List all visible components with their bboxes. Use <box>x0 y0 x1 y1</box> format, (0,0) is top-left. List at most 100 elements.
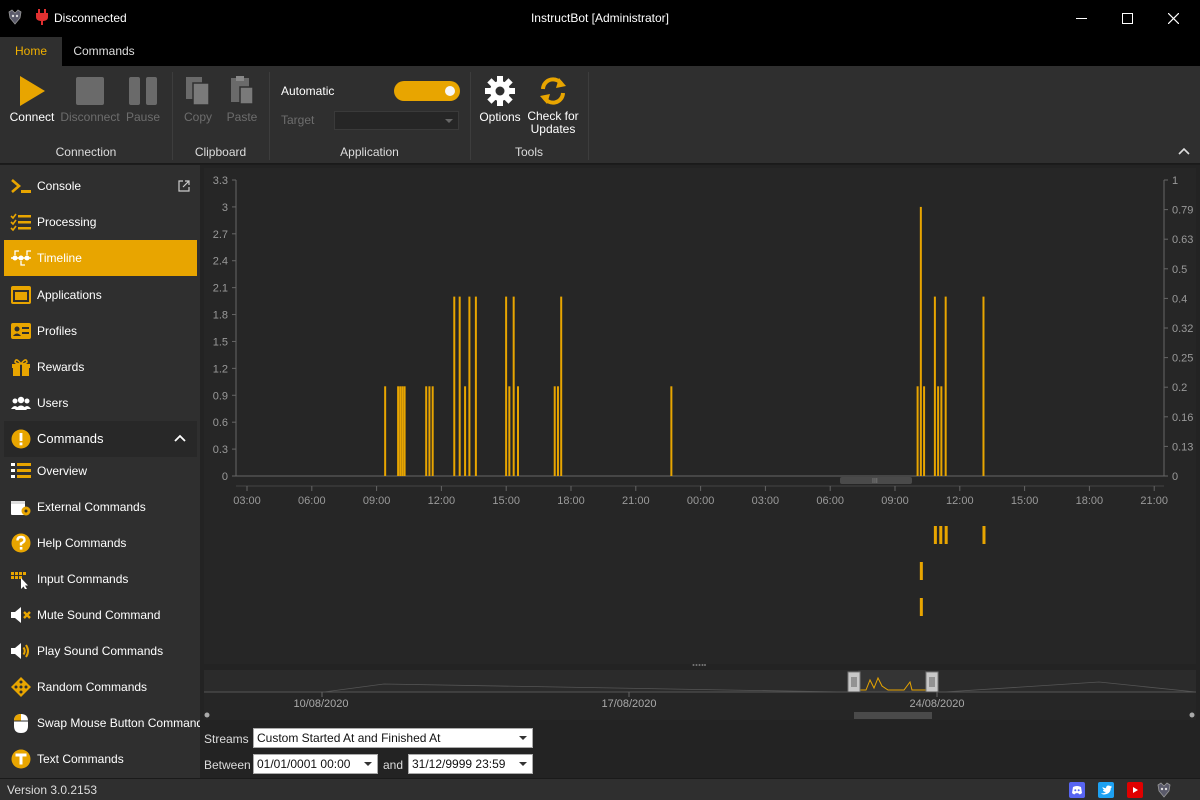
x-tick-label: 21:00 <box>1140 495 1168 507</box>
timeline-bar[interactable] <box>453 296 456 476</box>
timeline-chart[interactable]: 0 0.3 0.6 0.9 1.2 1.5 1.8 2.1 2.4 2.7 3 3.3 0 0.13 0.1… <box>204 168 1196 664</box>
x-tick-label: 18:00 <box>557 495 585 507</box>
connect-button[interactable]: Connect <box>6 75 58 124</box>
check-updates-button[interactable]: Check for Updates <box>524 75 582 136</box>
title-bar: Disconnected InstructBot [Administrator] <box>0 0 1200 37</box>
timeline-bar[interactable] <box>923 386 926 476</box>
profile-card-icon <box>11 323 31 339</box>
sidebar-item-rewards[interactable]: Rewards <box>4 349 197 385</box>
timeline-bar[interactable] <box>512 296 515 476</box>
sidebar-item-applications[interactable]: Applications <box>4 277 197 313</box>
timeline-bar[interactable] <box>508 386 511 476</box>
automatic-toggle[interactable] <box>394 81 460 101</box>
sidebar-item-console[interactable]: Console <box>4 168 197 204</box>
tab-home[interactable]: Home <box>0 37 62 66</box>
to-date-picker[interactable]: 31/12/9999 23:59 <box>408 754 533 774</box>
filter-controls: Streams Custom Started At and Finished A… <box>200 720 1200 778</box>
minimize-button[interactable] <box>1058 0 1104 37</box>
range-navigator[interactable]: 10/08/2020 17/08/2020 24/08/2020 <box>204 670 1197 720</box>
timeline-bar[interactable] <box>474 296 477 476</box>
timeline-panel: 0 0.3 0.6 0.9 1.2 1.5 1.8 2.1 2.4 2.7 3 3.3 0 0.13 0.1… <box>200 165 1200 778</box>
sidebar-item-users[interactable]: Users <box>4 385 197 421</box>
splitter-grip[interactable] <box>692 663 706 667</box>
y-left-tick-label: 0.9 <box>213 390 228 402</box>
stream-lane-segment[interactable] <box>933 526 937 544</box>
timeline-bar[interactable] <box>384 386 387 476</box>
stream-lane-segment[interactable] <box>944 526 948 544</box>
timeline-bar[interactable] <box>425 386 428 476</box>
y-right-tick-label: 0.32 <box>1172 323 1193 335</box>
sidebar-item-label: Console <box>37 179 82 193</box>
timeline-bar[interactable] <box>431 386 434 476</box>
automatic-label: Automatic <box>281 84 335 98</box>
popout-icon[interactable] <box>178 180 190 192</box>
scroll-right-dot[interactable] <box>1189 712 1195 718</box>
timeline-bar[interactable] <box>397 386 400 476</box>
x-tick-label: 09:00 <box>881 495 909 507</box>
timeline-bar[interactable] <box>505 296 508 476</box>
navigator-scrollbar[interactable] <box>854 712 932 719</box>
timeline-bar[interactable] <box>403 386 406 476</box>
sidebar-item-play-sound-commands[interactable]: Play Sound Commands <box>4 633 197 669</box>
streams-select[interactable]: Custom Started At and Finished At <box>253 728 533 748</box>
sidebar-item-timeline[interactable]: Timeline <box>4 240 197 276</box>
y-left-tick-label: 0.3 <box>213 444 228 456</box>
timeline-bar[interactable] <box>944 296 947 476</box>
timeline-bar[interactable] <box>401 386 404 476</box>
sidebar-item-help-commands[interactable]: Help Commands <box>4 525 197 561</box>
timeline-bar[interactable] <box>982 296 985 476</box>
console-icon <box>11 179 31 193</box>
sidebar-group-commands[interactable]: Commands <box>4 421 197 457</box>
sidebar-item-label: Commands <box>37 431 104 446</box>
maximize-button[interactable] <box>1104 0 1150 37</box>
app-logo-icon[interactable] <box>1156 782 1172 798</box>
timeline-bar[interactable] <box>556 386 559 476</box>
timeline-bar[interactable] <box>428 386 431 476</box>
timeline-bar[interactable] <box>933 296 936 476</box>
timeline-bar[interactable] <box>919 206 922 476</box>
tab-commands[interactable]: Commands <box>68 37 140 66</box>
timeline-bar[interactable] <box>940 386 943 476</box>
timeline-bar[interactable] <box>937 386 940 476</box>
sidebar-item-overview[interactable]: Overview <box>4 453 197 489</box>
y-right-tick-label: 0.5 <box>1172 264 1187 276</box>
timeline-bar[interactable] <box>560 296 563 476</box>
timeline-bar[interactable] <box>399 386 402 476</box>
sidebar-item-text-commands[interactable]: Text Commands <box>4 741 197 777</box>
disconnect-button[interactable]: Disconnect <box>60 75 120 124</box>
stream-lane-segment[interactable] <box>919 562 923 580</box>
scroll-left-dot[interactable] <box>204 712 210 718</box>
sidebar-item-input-commands[interactable]: Input Commands <box>4 561 197 597</box>
timeline-bar[interactable] <box>458 296 461 476</box>
timeline-bar[interactable] <box>916 386 919 476</box>
toggle-knob <box>445 86 455 96</box>
sidebar-item-swap-mouse-button-command[interactable]: Swap Mouse Button Command <box>4 705 203 741</box>
youtube-icon[interactable] <box>1127 782 1143 798</box>
stream-lane-segment[interactable] <box>939 526 943 544</box>
stream-lane-segment[interactable] <box>982 526 986 544</box>
navigator-date: 24/08/2020 <box>909 698 964 710</box>
stream-lane-segment[interactable] <box>919 598 923 616</box>
close-button[interactable] <box>1150 0 1196 37</box>
timeline-bar[interactable] <box>464 386 467 476</box>
timeline-bar[interactable] <box>468 296 471 476</box>
sidebar-item-external-commands[interactable]: External Commands <box>4 489 197 525</box>
pause-button[interactable]: Pause <box>123 75 163 124</box>
sidebar-item-processing[interactable]: Processing <box>4 204 197 240</box>
timeline-bar[interactable] <box>553 386 556 476</box>
from-date-picker[interactable]: 01/01/0001 00:00 <box>253 754 378 774</box>
target-select[interactable] <box>334 111 459 130</box>
timeline-bar[interactable] <box>517 386 519 476</box>
paste-label: Paste <box>226 110 258 124</box>
sidebar-item-random-commands[interactable]: Random Commands <box>4 669 197 705</box>
sidebar-item-mute-sound-command[interactable]: Mute Sound Command <box>4 597 197 633</box>
copy-button[interactable]: Copy <box>180 75 216 124</box>
sidebar-item-profiles[interactable]: Profiles <box>4 313 197 349</box>
paste-button[interactable]: Paste <box>224 75 260 124</box>
discord-icon[interactable] <box>1069 782 1085 798</box>
y-left-tick-label: 2.1 <box>213 283 228 295</box>
options-button[interactable]: Options <box>478 75 522 124</box>
timeline-bar[interactable] <box>670 386 673 476</box>
chevron-up-icon[interactable] <box>1176 144 1192 158</box>
twitter-icon[interactable] <box>1098 782 1114 798</box>
